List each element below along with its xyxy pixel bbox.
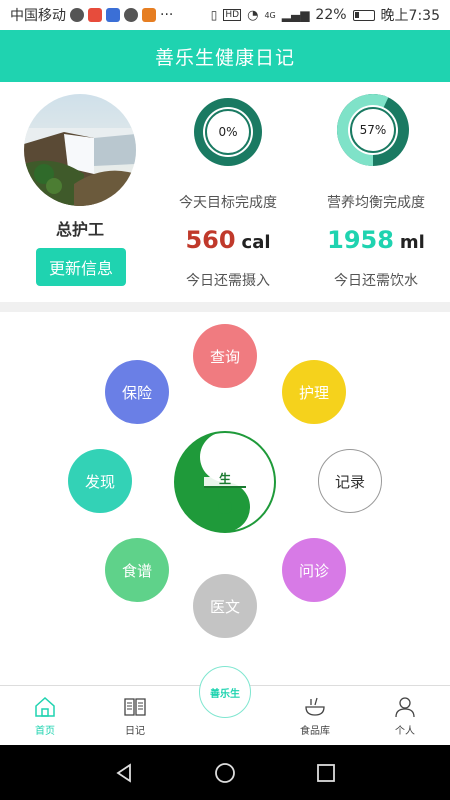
update-info-button[interactable]: 更新信息 — [36, 248, 126, 286]
menu-insurance-label: 保险 — [121, 383, 152, 402]
person-icon — [395, 697, 415, 718]
battery-icon — [352, 9, 375, 21]
menu-recipe[interactable]: 食谱 — [105, 538, 169, 602]
carrier-text: 中国移动 — [10, 8, 66, 24]
nutrition-progress-ring: 57% — [333, 90, 413, 170]
yin-yang-logo[interactable]: 生 — [174, 431, 276, 533]
goal-sub-label: 今日还需摄入 — [186, 273, 270, 289]
page-title: 善乐生健康日记 — [154, 46, 295, 69]
yin-yang-char: 生 — [218, 472, 231, 486]
home-icon — [35, 696, 55, 717]
book-icon — [124, 698, 146, 716]
center-logo-text: 善乐生 — [210, 688, 240, 700]
menu-insurance[interactable]: 保险 — [105, 360, 169, 424]
menu-consult-label: 问诊 — [298, 561, 329, 580]
avatar[interactable] — [24, 94, 136, 206]
vibrate-icon: ▯ — [210, 8, 218, 22]
home-circle-icon[interactable] — [213, 761, 237, 785]
status-bar: 中国移动 ··· ▯ HD ◔ 4G ▂▄▆ 22% 晚上7:35 — [0, 0, 450, 30]
notification-app-icon — [106, 8, 120, 22]
network-type: 4G — [264, 10, 276, 20]
menu-care-label: 护理 — [298, 383, 329, 402]
nutrition-percent: 57% — [359, 123, 387, 137]
bowl-icon — [305, 697, 325, 716]
nav-profile-label: 个人 — [395, 726, 415, 737]
signal-icon: ▂▄▆ — [281, 8, 310, 22]
calorie-value: 560 — [185, 226, 236, 254]
section-divider — [0, 302, 450, 312]
water-value: 1958 — [327, 226, 394, 254]
menu-record[interactable]: 记录 — [318, 449, 382, 513]
nav-home[interactable]: 首页 — [5, 686, 85, 746]
nav-home-label: 首页 — [35, 726, 55, 737]
menu-care[interactable]: 护理 — [282, 360, 346, 424]
recent-apps-icon[interactable] — [314, 761, 338, 785]
goal-percent: 0% — [218, 125, 238, 139]
wechat-icon — [70, 8, 84, 22]
nav-profile[interactable]: 个人 — [365, 686, 445, 746]
battery-percent: 22% — [315, 7, 347, 23]
calorie-unit: cal — [241, 232, 271, 253]
water-remaining: 1958 ml — [313, 226, 439, 254]
nav-diary-label: 日记 — [125, 726, 145, 737]
nav-food-library[interactable]: 食品库 — [275, 686, 355, 746]
system-navigation-bar — [0, 745, 450, 800]
menu-medical-label: 医文 — [209, 597, 240, 616]
user-name: 总护工 — [55, 220, 104, 239]
clock: 晚上7:35 — [380, 8, 440, 24]
summary-card: 总护工 更新信息 0% 今天目标完成度 560 cal 今日还需摄入 57% 营… — [0, 82, 450, 302]
app-header: 善乐生健康日记 — [0, 30, 450, 82]
menu-medical[interactable]: 医文 — [193, 574, 257, 638]
goal-label: 今天目标完成度 — [179, 195, 277, 211]
menu-discover-label: 发现 — [84, 472, 115, 491]
menu-record-label: 记录 — [334, 472, 365, 491]
water-unit: ml — [399, 232, 425, 253]
center-logo-button[interactable]: 善乐生 — [199, 666, 251, 718]
message-icon — [124, 8, 138, 22]
menu-query[interactable]: 查询 — [193, 324, 257, 388]
menu-discover[interactable]: 发现 — [68, 449, 132, 513]
menu-query-label: 查询 — [209, 347, 240, 366]
goal-remaining: 560 cal — [165, 226, 291, 254]
notification-app-icon — [88, 8, 102, 22]
water-sub-label: 今日还需饮水 — [334, 273, 418, 289]
menu-consult[interactable]: 问诊 — [282, 538, 346, 602]
nutrition-label: 营养均衡完成度 — [327, 195, 425, 211]
hd-icon: HD — [223, 9, 242, 21]
back-icon[interactable] — [112, 761, 136, 785]
notification-app-icon — [142, 8, 156, 22]
nav-diary[interactable]: 日记 — [95, 686, 175, 746]
menu-recipe-label: 食谱 — [121, 561, 152, 580]
more-notifications-icon: ··· — [160, 7, 174, 23]
goal-progress-ring: 0% — [190, 94, 266, 170]
wifi-icon: ◔ — [247, 7, 259, 23]
nav-food-label: 食品库 — [300, 726, 330, 737]
